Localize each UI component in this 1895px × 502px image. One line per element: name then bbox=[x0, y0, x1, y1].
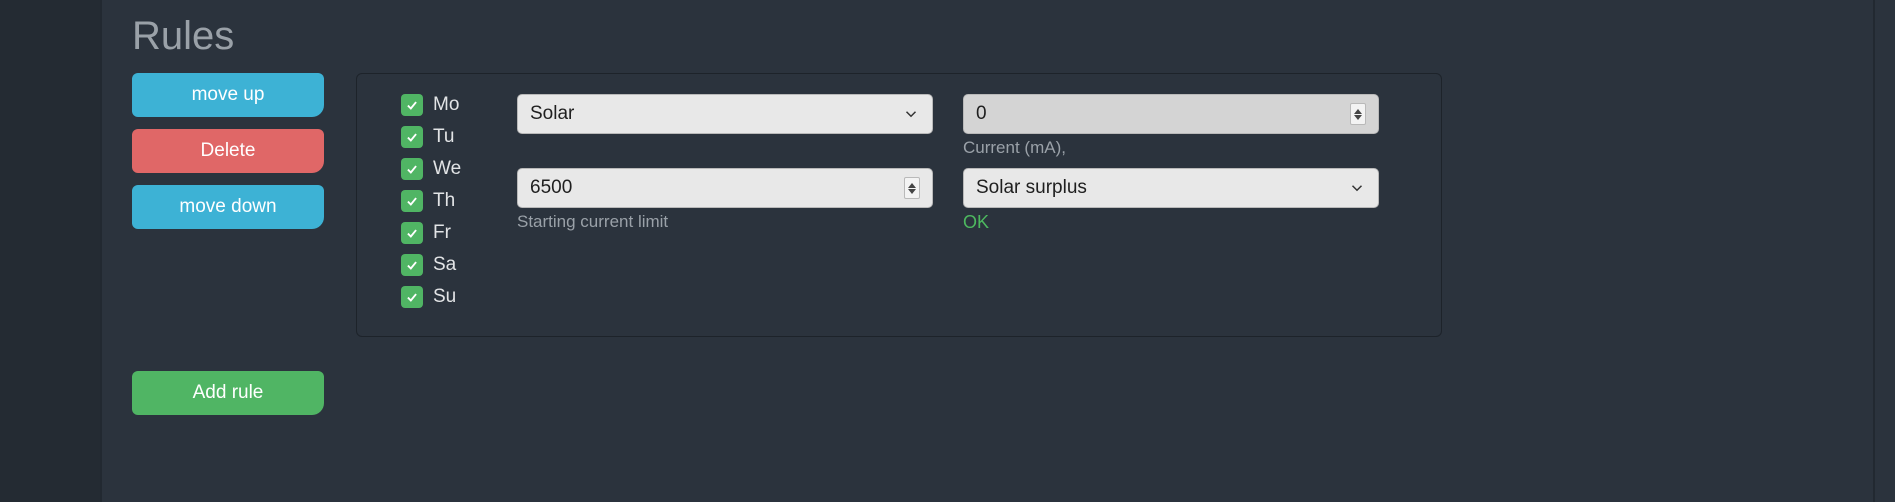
start-limit-value: 6500 bbox=[530, 177, 572, 199]
check-icon bbox=[405, 290, 419, 304]
day-checkbox-we[interactable] bbox=[401, 158, 423, 180]
day-label: Tu bbox=[433, 126, 454, 148]
start-limit-input[interactable]: 6500 bbox=[517, 168, 933, 208]
status-text: OK bbox=[963, 212, 1379, 233]
mode-select[interactable]: Solar bbox=[517, 94, 933, 134]
add-rule-button[interactable]: Add rule bbox=[132, 371, 324, 415]
day-label: Fr bbox=[433, 222, 451, 244]
check-icon bbox=[405, 162, 419, 176]
page-title: Rules bbox=[132, 14, 1895, 59]
check-icon bbox=[405, 194, 419, 208]
strategy-select-value: Solar surplus bbox=[976, 177, 1087, 199]
check-icon bbox=[405, 98, 419, 112]
day-label: Sa bbox=[433, 254, 456, 276]
mode-select-value: Solar bbox=[530, 103, 574, 125]
day-label: We bbox=[433, 158, 461, 180]
day-checkbox-fr[interactable] bbox=[401, 222, 423, 244]
day-row: We bbox=[401, 158, 481, 180]
day-label: Mo bbox=[433, 94, 459, 116]
day-row: Su bbox=[401, 286, 481, 308]
day-row: Mo bbox=[401, 94, 481, 116]
weekday-checkboxes: Mo Tu We Th Fr Sa Su bbox=[401, 94, 481, 308]
rule-panel: Mo Tu We Th Fr Sa Su Solar 0 bbox=[356, 73, 1442, 337]
current-input-value: 0 bbox=[976, 103, 987, 125]
day-checkbox-mo[interactable] bbox=[401, 94, 423, 116]
spinner-icon[interactable] bbox=[904, 177, 920, 199]
delete-button[interactable]: Delete bbox=[132, 129, 324, 173]
chevron-down-icon bbox=[1348, 179, 1366, 197]
day-checkbox-th[interactable] bbox=[401, 190, 423, 212]
day-row: Fr bbox=[401, 222, 481, 244]
current-helper: Current (mA), bbox=[963, 138, 1379, 158]
day-checkbox-sa[interactable] bbox=[401, 254, 423, 276]
day-checkbox-tu[interactable] bbox=[401, 126, 423, 148]
day-row: Th bbox=[401, 190, 481, 212]
chevron-down-icon bbox=[902, 105, 920, 123]
day-label: Th bbox=[433, 190, 455, 212]
day-row: Sa bbox=[401, 254, 481, 276]
day-label: Su bbox=[433, 286, 456, 308]
current-input[interactable]: 0 bbox=[963, 94, 1379, 134]
move-down-button[interactable]: move down bbox=[132, 185, 324, 229]
move-up-button[interactable]: move up bbox=[132, 73, 324, 117]
day-checkbox-su[interactable] bbox=[401, 286, 423, 308]
strategy-select[interactable]: Solar surplus bbox=[963, 168, 1379, 208]
spinner-icon[interactable] bbox=[1350, 103, 1366, 125]
start-limit-helper: Starting current limit bbox=[517, 212, 933, 232]
check-icon bbox=[405, 258, 419, 272]
day-row: Tu bbox=[401, 126, 481, 148]
check-icon bbox=[405, 226, 419, 240]
check-icon bbox=[405, 130, 419, 144]
